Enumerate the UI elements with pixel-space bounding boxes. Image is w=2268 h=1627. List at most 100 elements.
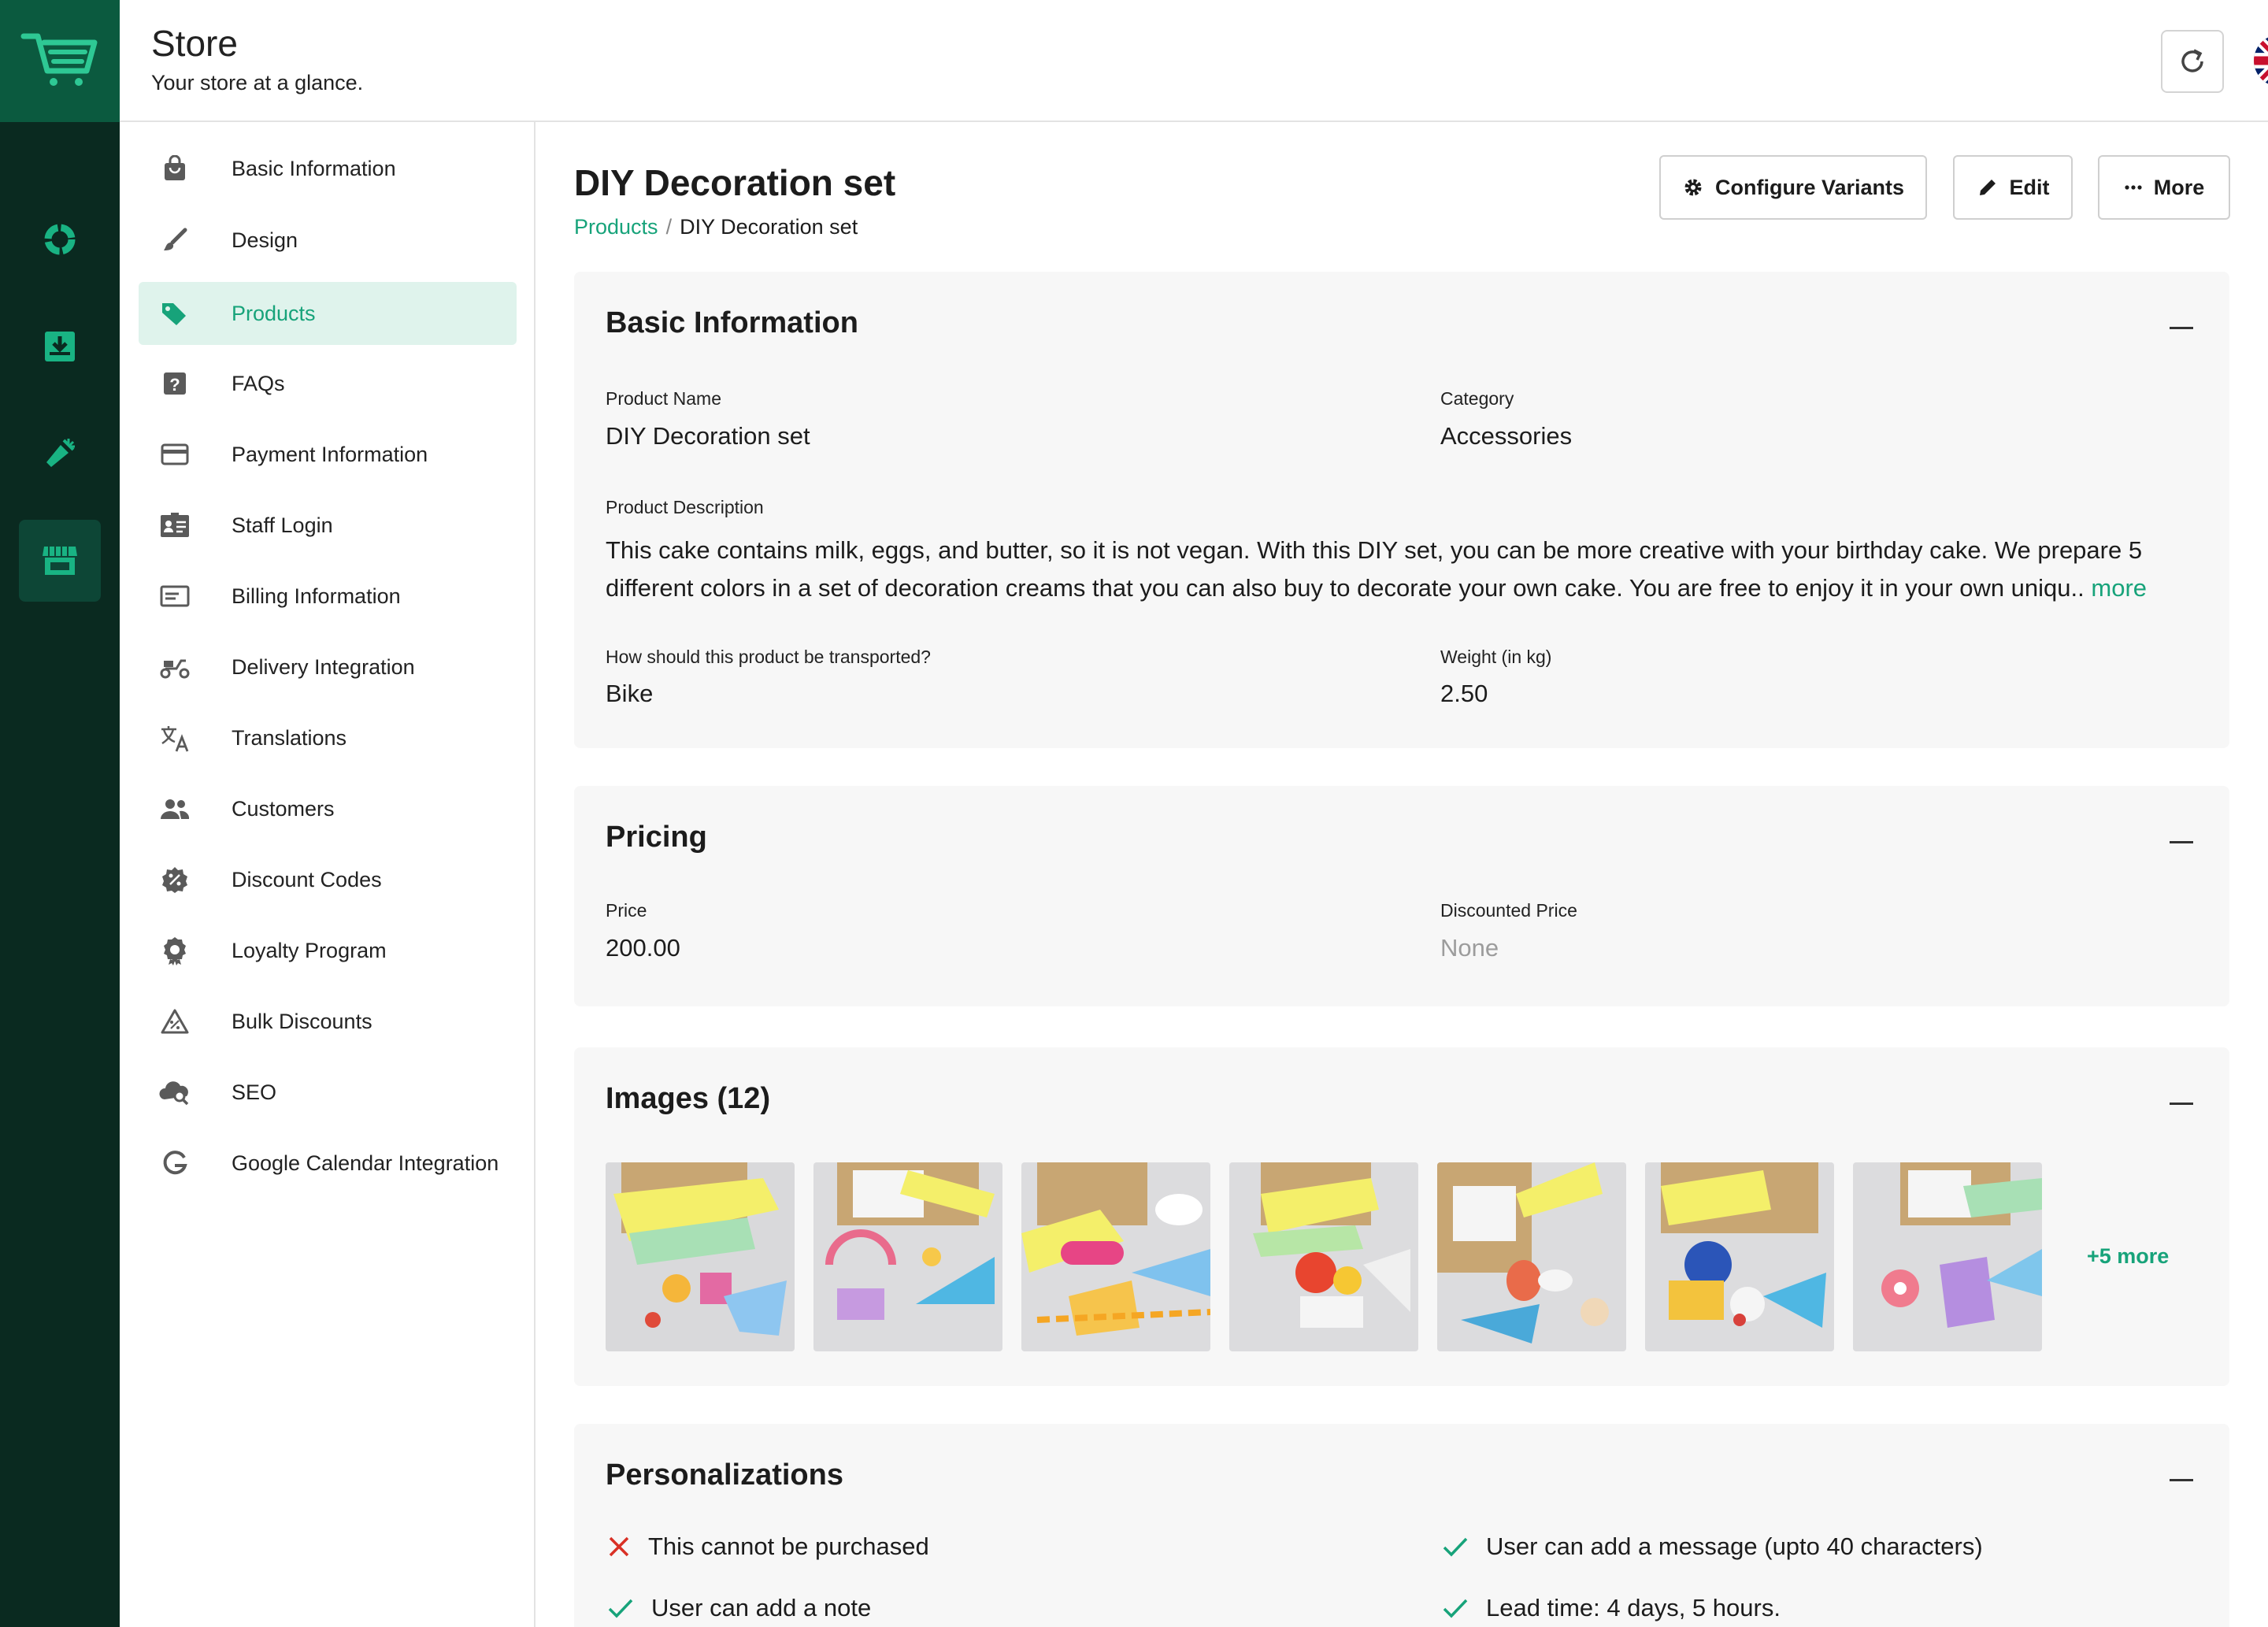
app-rail [0,0,120,1627]
sidebar-item-label: Payment Information [232,442,428,466]
rail-marketing[interactable] [19,413,101,495]
sidebar-item-delivery-integration[interactable]: Delivery Integration [139,636,517,699]
collapse-icon[interactable] [2170,841,2193,843]
sidebar-item-design[interactable]: Design [139,209,517,272]
breadcrumb: Products / DIY Decoration set [574,215,858,239]
collapse-icon[interactable] [2170,1103,2193,1105]
sidebar-item-google-calendar[interactable]: Google Calendar Integration [139,1132,517,1195]
uk-flag-icon [2254,35,2268,87]
rail-store[interactable] [19,520,101,602]
check-icon [1443,1537,1468,1557]
cloud-search-icon [156,1079,194,1106]
collapse-icon[interactable] [2170,1479,2193,1481]
sidebar-item-products[interactable]: Products [139,282,517,345]
sidebar-item-label: Products [232,301,316,325]
store-logo[interactable] [0,0,120,122]
sidebar-item-label: Discount Codes [232,867,382,891]
sidebar-item-label: Design [232,228,298,252]
weight-label: Weight (in kg) [1440,647,1552,667]
cart-logo-icon [20,33,98,86]
page-header-subtitle: Your store at a glance. [151,71,364,95]
check-icon [1443,1599,1468,1618]
collapse-icon[interactable] [2170,327,2193,329]
product-image-thumbnail[interactable] [1021,1162,1210,1351]
sidebar-item-bulk-discounts[interactable]: Bulk Discounts [139,990,517,1053]
product-image-thumbnail[interactable] [1645,1162,1834,1351]
sidebar-item-seo[interactable]: SEO [139,1061,517,1124]
card-title: Pricing [606,821,707,854]
gear-icon [1684,179,1702,196]
card-title: Personalizations [606,1458,843,1492]
sidebar-item-basic-information[interactable]: Basic Information [139,137,517,200]
rail-analytics[interactable] [19,198,101,280]
personalization-text: Lead time: 4 days, 5 hours. [1486,1594,1781,1621]
breadcrumb-products-link[interactable]: Products [574,215,658,239]
personalization-text: User can add a note [651,1594,872,1621]
description-more-link[interactable]: more [2091,574,2147,602]
sidebar-item-faqs[interactable]: ? FAQs [139,352,517,415]
scooter-icon [156,654,194,680]
product-title: DIY Decoration set [574,162,896,203]
price-value: 200.00 [606,934,680,962]
edit-label: Edit [2009,175,2050,199]
analytics-icon [44,224,76,255]
sidebar-item-loyalty-program[interactable]: Loyalty Program [139,919,517,982]
product-image-thumbnail[interactable] [1229,1162,1418,1351]
refresh-button[interactable] [2161,30,2224,93]
main-content: DIY Decoration set Products / DIY Decorati… [536,122,2268,1627]
sidebar-item-label: Customers [232,796,335,821]
cross-icon [609,1536,629,1557]
category-label: Category [1440,388,1514,409]
sidebar-item-billing-information[interactable]: Billing Information [139,565,517,628]
sidebar-item-label: Delivery Integration [232,654,415,679]
sidebar-item-translations[interactable]: Translations [139,706,517,769]
sidebar-item-discount-codes[interactable]: Discount Codes [139,848,517,911]
sidebar-item-label: Basic Information [232,156,396,180]
people-icon [156,797,194,821]
product-image-thumbnail[interactable] [606,1162,795,1351]
inbox-download-icon [45,332,75,361]
sidebar-item-payment-information[interactable]: Payment Information [139,423,517,486]
page-header-title: Store [151,23,238,64]
discounted-price-label: Discounted Price [1440,900,1577,921]
sidebar-item-customers[interactable]: Customers [139,777,517,840]
store-icon [43,547,77,575]
sidebar-item-staff-login[interactable]: Staff Login [139,494,517,557]
more-images-link[interactable]: +5 more [2087,1244,2169,1269]
image-thumbnails [606,1162,2042,1351]
translate-icon [156,723,194,753]
pricing-card: Pricing Price 200.00 Discounted Price No… [574,786,2229,1006]
rail-inbox[interactable] [19,306,101,387]
product-image-thumbnail[interactable] [1853,1162,2042,1351]
breadcrumb-current: DIY Decoration set [680,215,858,239]
sidebar-item-label: Billing Information [232,584,401,608]
card-title: Images (12) [606,1082,771,1115]
product-image-thumbnail[interactable] [813,1162,1002,1351]
basic-information-card: Basic Information Product Name DIY Decor… [574,272,2229,748]
google-icon [156,1150,194,1177]
configure-variants-button[interactable]: Configure Variants [1659,155,1927,220]
more-button[interactable]: More [2098,155,2230,220]
description-text: This cake contains milk, eggs, and butte… [606,536,2143,602]
sidebar-item-label: Bulk Discounts [232,1009,372,1033]
language-selector[interactable] [2254,35,2268,87]
card-title: Basic Information [606,306,858,339]
shopping-bag-icon [156,155,194,182]
brush-icon [156,227,194,254]
svg-text:?: ? [169,375,180,395]
settings-sidebar: Basic Information Design Products ? FAQs… [120,122,536,1627]
percent-badge-icon [156,865,194,894]
sidebar-item-label: Staff Login [232,513,333,537]
product-image-thumbnail[interactable] [1437,1162,1626,1351]
sidebar-item-label: SEO [232,1080,277,1104]
category-value: Accessories [1440,422,1573,450]
question-icon: ? [156,371,194,396]
billing-card-icon [156,584,194,608]
edit-button[interactable]: Edit [1953,155,2073,220]
images-card: Images (12) +5 more [574,1047,2229,1386]
description-label: Product Description [606,497,764,517]
personalization-item: Lead time: 4 days, 5 hours. [1442,1594,1781,1622]
credit-card-icon [156,443,194,466]
personalization-text: This cannot be purchased [648,1532,929,1560]
transport-label: How should this product be transported? [606,647,931,667]
